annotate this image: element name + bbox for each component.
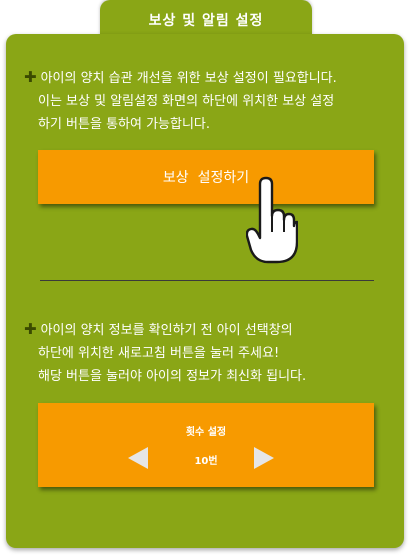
guide-line: 아이의 양치 정보를 확인하기 전 아이 선택창의	[40, 323, 293, 338]
tab-title: 보상 및 알림 설정	[148, 13, 264, 29]
guide-line: 해당 버튼을 눌러야 아이의 정보가 최신화 됩니다.	[38, 369, 307, 384]
guide-line: 하기 버튼을 통하여 가능합니다.	[38, 117, 211, 132]
plus-icon: ✚	[24, 68, 37, 86]
hand-pointer-icon	[246, 176, 298, 264]
section-divider	[40, 280, 374, 281]
count-value: 10번	[194, 456, 218, 467]
refresh-guide-text: ✚ 아이의 양치 정보를 확인하기 전 아이 선택창의 하단에 위치한 새로고침 …	[24, 318, 384, 388]
guide-line: 이는 보상 및 알림설정 화면의 하단에 위치한 보상 설정	[38, 94, 335, 109]
guide-line: 하단에 위치한 새로고침 버튼을 눌러 주세요!	[38, 346, 280, 361]
triangle-right-icon[interactable]	[252, 446, 276, 470]
reward-settings-button-label: 보상 설정하기	[162, 170, 250, 186]
guide-line: 아이의 양치 습관 개선을 위한 보상 설정이 필요합니다.	[40, 71, 337, 86]
reward-guide-text: ✚ 아이의 양치 습관 개선을 위한 보상 설정이 필요합니다. 이는 보상 및 …	[24, 66, 384, 136]
count-setting-box: 횟수 설정 10번	[38, 403, 374, 487]
reward-settings-button[interactable]: 보상 설정하기	[38, 150, 374, 204]
count-setting-title: 횟수 설정	[185, 427, 227, 438]
plus-icon: ✚	[24, 320, 37, 338]
